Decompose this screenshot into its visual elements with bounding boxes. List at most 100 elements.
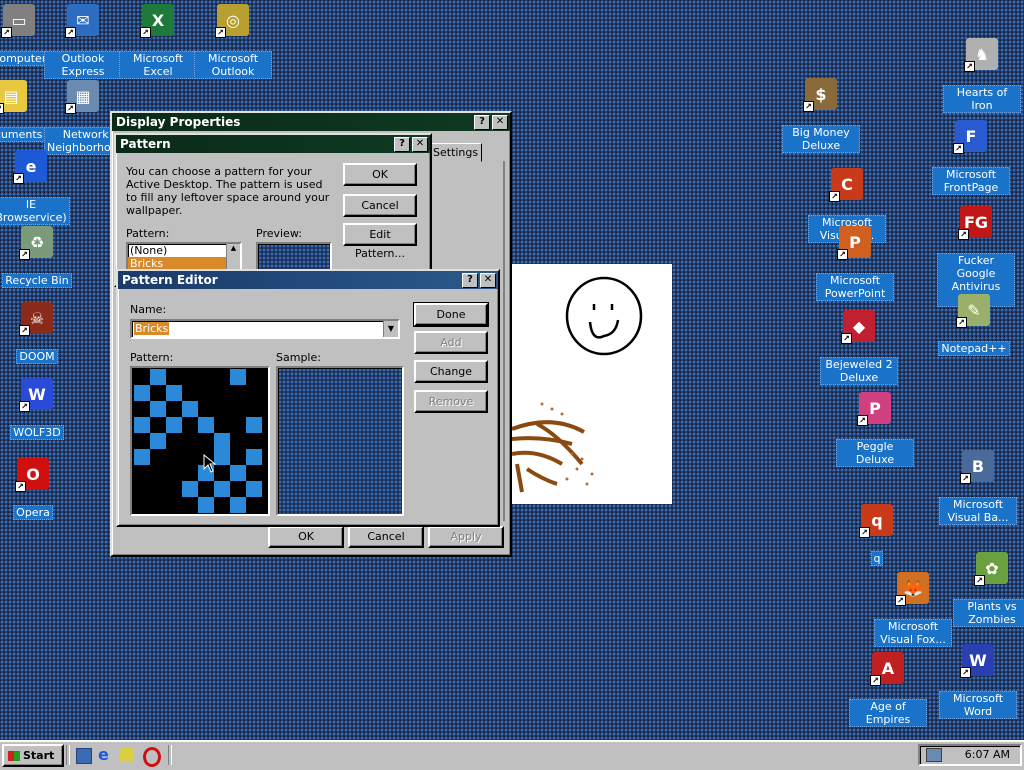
start-button[interactable]: Start: [2, 744, 64, 767]
pattern-cell[interactable]: [134, 417, 150, 433]
pattern-cell[interactable]: [214, 481, 230, 497]
pattern-cell[interactable]: [214, 385, 230, 401]
desktop-icon-recycle[interactable]: ♻ ↗ Recycle Bin: [0, 226, 76, 288]
list-item[interactable]: (None): [128, 244, 240, 257]
pattern-cell[interactable]: [214, 417, 230, 433]
pattern-cell[interactable]: [246, 449, 262, 465]
desktop-icon-powerpoint[interactable]: P ↗ Microsoft PowerPoint: [816, 226, 894, 301]
display-properties-titlebar[interactable]: Display Properties ? ✕: [112, 113, 510, 131]
pattern-cell[interactable]: [182, 497, 198, 513]
pattern-cell[interactable]: [166, 417, 182, 433]
pattern-cell[interactable]: [150, 481, 166, 497]
desktop-icon-visual-fox[interactable]: 🦊 ↗ Microsoft Visual Fox...: [874, 572, 952, 647]
pattern-cell[interactable]: [214, 369, 230, 385]
desktop-icon-age-empires[interactable]: A ↗ Age of Empires: [849, 652, 927, 727]
pattern-cell[interactable]: [182, 385, 198, 401]
pattern-cell[interactable]: [198, 417, 214, 433]
pattern-cell[interactable]: [246, 369, 262, 385]
name-value[interactable]: Bricks: [134, 322, 170, 335]
pattern-cell[interactable]: [150, 385, 166, 401]
pattern-cell[interactable]: [150, 417, 166, 433]
add-button[interactable]: Add: [414, 331, 488, 354]
desktop-icon-notepadpp[interactable]: ✎ ↗ Notepad++: [935, 294, 1013, 356]
pattern-cell[interactable]: [182, 481, 198, 497]
pattern-cell[interactable]: [150, 369, 166, 385]
desktop-icon-antivirus[interactable]: FG↗Fucker Google Antivirus 2010: [937, 206, 1015, 307]
pattern-cell[interactable]: [182, 433, 198, 449]
pattern-cell[interactable]: [166, 497, 182, 513]
pattern-ok-button[interactable]: OK: [343, 163, 417, 186]
done-button[interactable]: Done: [413, 302, 489, 327]
opera-icon[interactable]: [143, 747, 161, 767]
pattern-cell[interactable]: [198, 369, 214, 385]
pattern-cell[interactable]: [230, 433, 246, 449]
name-combobox[interactable]: Bricks ▼: [130, 319, 400, 339]
pattern-cell[interactable]: [246, 417, 262, 433]
pattern-cell[interactable]: [150, 465, 166, 481]
pattern-grid[interactable]: [130, 366, 270, 516]
pattern-cell[interactable]: [182, 401, 198, 417]
desktop-icon-word[interactable]: W ↗ Microsoft Word: [939, 644, 1017, 719]
pattern-cell[interactable]: [214, 497, 230, 513]
desktop-icon-big-money[interactable]: $ ↗ Big Money Deluxe: [782, 78, 860, 153]
pattern-cell[interactable]: [182, 369, 198, 385]
pattern-cell[interactable]: [230, 369, 246, 385]
close-icon[interactable]: ✕: [492, 115, 508, 130]
pattern-cell[interactable]: [166, 369, 182, 385]
pattern-cell[interactable]: [198, 497, 214, 513]
pattern-cell[interactable]: [166, 401, 182, 417]
clock[interactable]: 6:07 AM: [965, 748, 1010, 761]
pattern-cell[interactable]: [134, 433, 150, 449]
chevron-down-icon[interactable]: ▼: [383, 321, 398, 337]
pattern-cancel-button[interactable]: Cancel: [343, 194, 417, 217]
explorer-icon[interactable]: [76, 748, 92, 764]
pattern-cell[interactable]: [198, 401, 214, 417]
pattern-cell[interactable]: [246, 465, 262, 481]
pattern-cell[interactable]: [214, 433, 230, 449]
pattern-cell[interactable]: [166, 449, 182, 465]
close-icon[interactable]: ✕: [480, 273, 496, 288]
pattern-cell[interactable]: [182, 449, 198, 465]
desktop-icon-outlook-express[interactable]: ✉ ↗ Outlook Express: [44, 4, 122, 79]
help-icon[interactable]: ?: [394, 137, 410, 152]
ie-icon[interactable]: e: [98, 747, 114, 763]
pattern-cell[interactable]: [230, 417, 246, 433]
pattern-cell[interactable]: [230, 401, 246, 417]
desktop-icon-wolf3d[interactable]: W ↗ WOLF3D: [0, 378, 76, 440]
desktop-icon-frontpage[interactable]: F ↗ Microsoft FrontPage: [932, 120, 1010, 195]
pattern-cell[interactable]: [134, 481, 150, 497]
pattern-cell[interactable]: [246, 497, 262, 513]
apply-button[interactable]: Apply: [428, 526, 504, 548]
pattern-cell[interactable]: [166, 481, 182, 497]
pattern-editor-titlebar[interactable]: Pattern Editor ? ✕: [118, 271, 498, 289]
pattern-cell[interactable]: [230, 449, 246, 465]
desktop-icon-visual-basic[interactable]: B ↗ Microsoft Visual Ba...: [939, 450, 1017, 525]
pattern-cell[interactable]: [134, 401, 150, 417]
pattern-cell[interactable]: [134, 497, 150, 513]
pattern-cell[interactable]: [182, 465, 198, 481]
desktop-icon-documents[interactable]: ▤↗ Documents: [0, 80, 50, 142]
pattern-cell[interactable]: [246, 481, 262, 497]
pattern-cell[interactable]: [198, 433, 214, 449]
desktop-icon-q[interactable]: q ↗ q: [838, 504, 916, 566]
pattern-cell[interactable]: [214, 401, 230, 417]
pattern-cell[interactable]: [134, 449, 150, 465]
change-button[interactable]: Change: [414, 360, 488, 383]
pattern-cell[interactable]: [198, 385, 214, 401]
help-icon[interactable]: ?: [474, 115, 490, 130]
pattern-cell[interactable]: [246, 401, 262, 417]
pattern-cell[interactable]: [166, 433, 182, 449]
tab-settings[interactable]: Settings: [430, 143, 482, 162]
desktop-icon-bejeweled[interactable]: ◆ ↗ Bejeweled 2 Deluxe: [820, 310, 898, 385]
pattern-cell[interactable]: [246, 385, 262, 401]
desktop-icon-plants-zombies[interactable]: ✿ ↗ Plants vs Zombies: [953, 552, 1024, 627]
pattern-cell[interactable]: [246, 433, 262, 449]
pattern-cell[interactable]: [230, 385, 246, 401]
desktop-icon-ie[interactable]: e ↗ IE Browservice): [0, 150, 70, 225]
pattern-cell[interactable]: [182, 417, 198, 433]
remove-button[interactable]: Remove: [414, 390, 488, 413]
pattern-cell[interactable]: [166, 385, 182, 401]
edit-pattern-button[interactable]: Edit Pattern...: [343, 223, 417, 260]
cancel-button[interactable]: Cancel: [348, 526, 424, 548]
pattern-titlebar[interactable]: Pattern ? ✕: [116, 135, 430, 153]
